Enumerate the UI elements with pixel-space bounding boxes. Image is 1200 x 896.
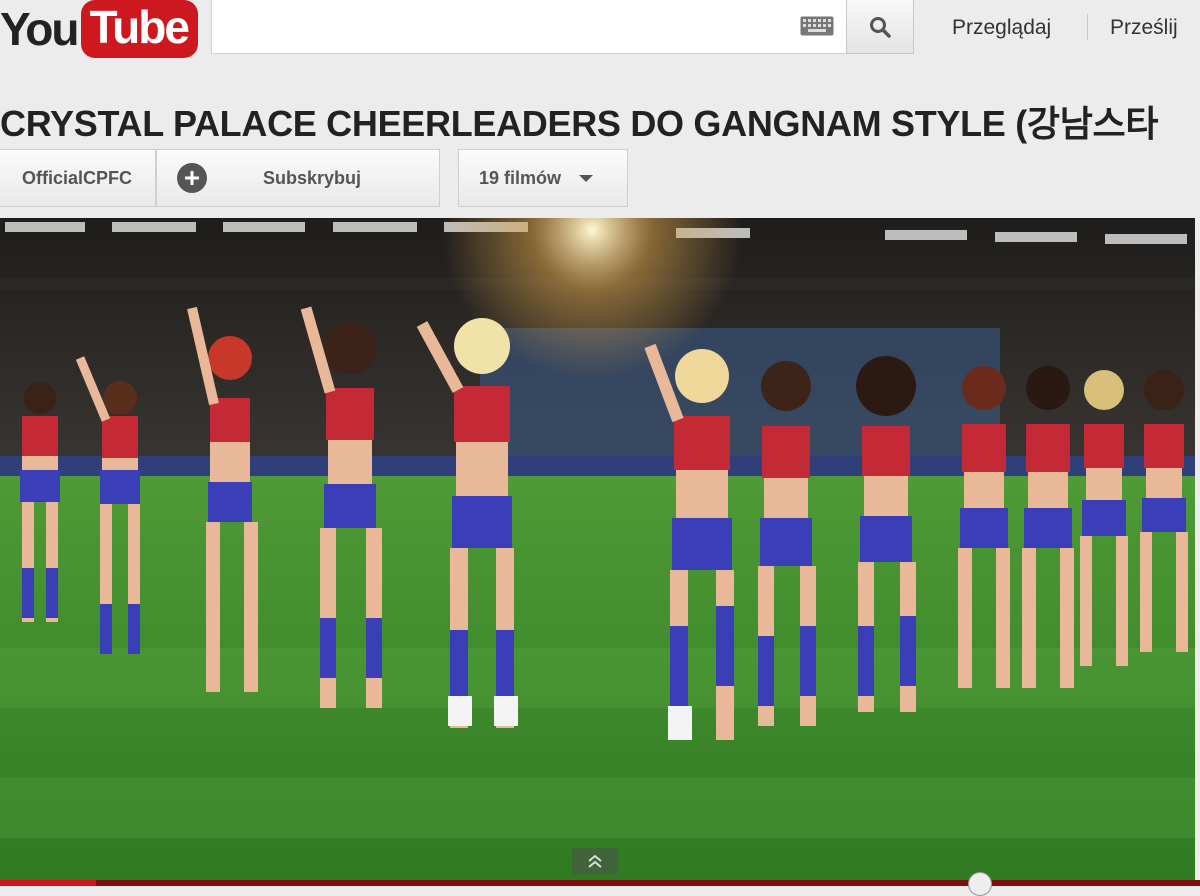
search-icon xyxy=(870,16,891,38)
youtube-logo[interactable]: You Tube xyxy=(0,0,198,62)
channel-name: OfficialCPFC xyxy=(21,167,132,188)
videos-count-label: 19 filmów xyxy=(479,167,562,188)
chevron-up-icon xyxy=(588,854,602,868)
plus-icon xyxy=(177,163,207,193)
subscribe-label: Subskrybuj xyxy=(263,167,362,188)
channel-name-button[interactable]: OfficialCPFC xyxy=(0,149,156,207)
nav-divider xyxy=(1087,14,1088,40)
channel-videos-dropdown[interactable]: 19 filmów xyxy=(458,149,628,207)
video-title: CRYSTAL PALACE CHEERLEADERS DO GANGNAM S… xyxy=(0,103,1159,144)
progress-played xyxy=(0,880,96,886)
subscribe-button[interactable]: Subskrybuj xyxy=(156,149,440,207)
logo-you-text: You xyxy=(0,3,79,55)
masthead: You Tube Przeglądaj Prześlij xyxy=(0,0,1200,70)
scrubber-handle[interactable] xyxy=(968,872,992,896)
search-input[interactable] xyxy=(211,0,913,54)
video-player[interactable] xyxy=(0,218,1195,886)
chevron-down-icon xyxy=(579,174,594,182)
search-button[interactable] xyxy=(846,0,914,54)
nav-browse-link[interactable]: Przeglądaj xyxy=(952,16,1051,40)
nav-upload-link[interactable]: Prześlij xyxy=(1110,16,1178,40)
keyboard-icon[interactable] xyxy=(800,16,834,36)
logo-tube-text: Tube xyxy=(81,0,198,58)
collapse-controls-button[interactable] xyxy=(572,848,618,874)
progress-bar[interactable] xyxy=(0,880,1200,886)
video-frame xyxy=(0,218,1195,886)
